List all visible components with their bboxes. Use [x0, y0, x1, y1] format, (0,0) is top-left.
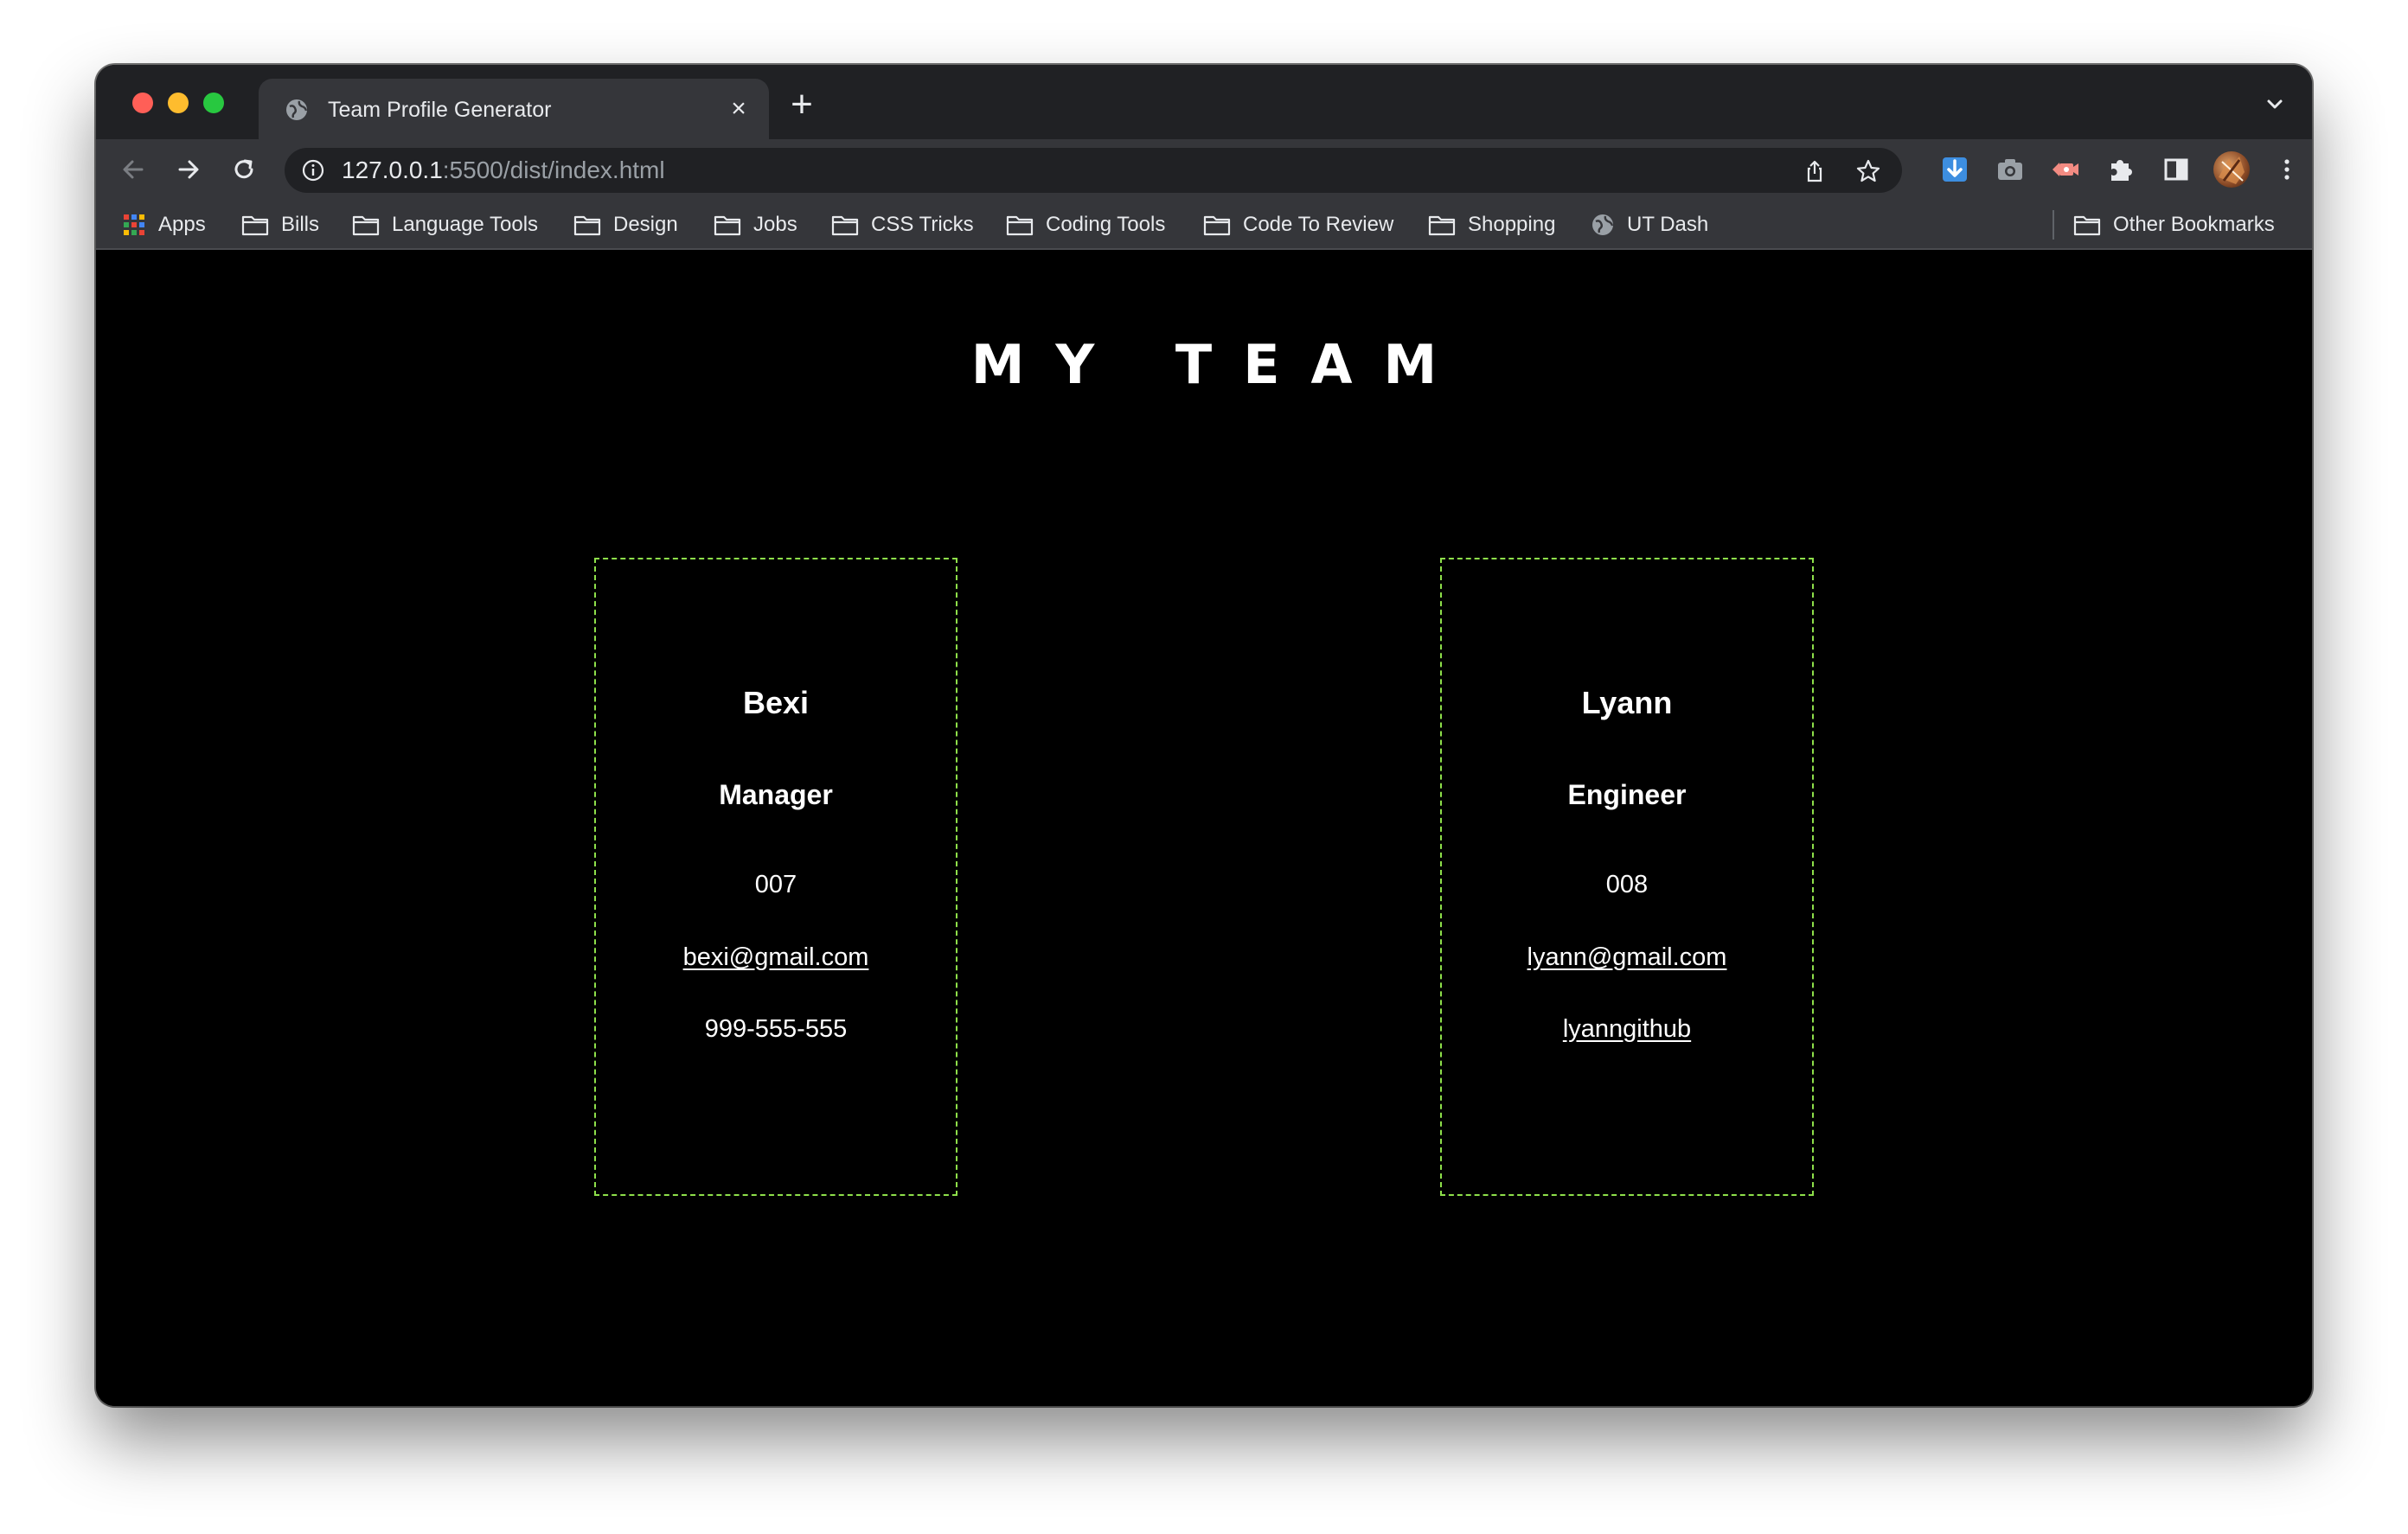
bookmark-jobs[interactable]: Jobs: [714, 210, 797, 240]
team-member-card: Bexi Manager 007 bexi@gmail.com 999-555-…: [594, 558, 957, 1196]
close-window-button[interactable]: [132, 93, 153, 113]
bookmark-label: Code To Review: [1243, 213, 1394, 236]
bookmark-label: Design: [613, 213, 678, 236]
video-record-extension-icon[interactable]: [2049, 153, 2082, 186]
globe-icon: [286, 99, 308, 120]
team-member-card: Lyann Engineer 008 lyann@gmail.com lyann…: [1440, 558, 1814, 1196]
url-text[interactable]: 127.0.0.1:5500/dist/index.html: [342, 157, 665, 183]
tab-title: Team Profile Generator: [328, 98, 552, 122]
back-arrow-icon[interactable]: [117, 153, 150, 186]
star-icon[interactable]: [1855, 158, 1881, 184]
bookmark-label: Coding Tools: [1046, 213, 1166, 236]
forward-arrow-icon[interactable]: [172, 153, 205, 186]
member-email-link[interactable]: lyann@gmail.com: [1527, 943, 1727, 971]
bookmark-label: Bills: [281, 213, 320, 236]
url-path: :5500/dist/index.html: [442, 157, 665, 183]
reload-icon[interactable]: [227, 153, 260, 186]
bookmark-bills[interactable]: Bills: [241, 210, 319, 240]
chevron-down-icon[interactable]: [2262, 91, 2288, 117]
browser-window: Team Profile Generator × + 127.0.0.1:550…: [96, 65, 2312, 1406]
bookmark-ut-dash[interactable]: UT Dash: [1591, 210, 1708, 240]
folder-icon: [352, 215, 380, 236]
member-name: Lyann: [1581, 685, 1673, 720]
member-id: 008: [1605, 871, 1649, 898]
bookmark-css-tricks[interactable]: CSS Tricks: [831, 210, 974, 240]
close-tab-icon[interactable]: ×: [726, 96, 752, 122]
bookmark-label: UT Dash: [1627, 213, 1709, 236]
download-extension-icon[interactable]: [1938, 153, 1971, 186]
address-bar[interactable]: 127.0.0.1:5500/dist/index.html: [285, 148, 1902, 193]
bookmark-label: Apps: [158, 213, 206, 236]
bookmarks-bar: Apps Bills Language Tools Design Jobs CS…: [96, 200, 2312, 250]
folder-icon: [573, 215, 601, 236]
tab-strip: Team Profile Generator × +: [96, 65, 2312, 139]
folder-icon: [1428, 215, 1456, 236]
apps-grid-icon: [124, 214, 144, 235]
bookmarks-separator: [2053, 210, 2054, 240]
bookmark-label: Language Tools: [392, 213, 539, 236]
member-name: Bexi: [742, 685, 810, 720]
more-menu-icon[interactable]: [2270, 153, 2303, 186]
zoom-window-button[interactable]: [203, 93, 224, 113]
member-role: Engineer: [1567, 779, 1687, 810]
folder-icon: [1006, 215, 1034, 236]
tab-team-profile-generator[interactable]: Team Profile Generator ×: [259, 79, 769, 139]
member-github-link[interactable]: lyanngithub: [1563, 1015, 1691, 1043]
page-title: MY TEAM: [970, 333, 1469, 396]
bookmark-language-tools[interactable]: Language Tools: [352, 210, 538, 240]
member-id: 007: [754, 871, 797, 898]
profile-avatar[interactable]: [2213, 151, 2250, 188]
side-panel-icon[interactable]: [2160, 153, 2193, 186]
folder-icon: [241, 215, 269, 236]
member-office-number: 999-555-555: [704, 1015, 848, 1043]
new-tab-button[interactable]: +: [785, 86, 819, 124]
folder-icon: [2073, 215, 2101, 236]
bookmark-label: Other Bookmarks: [2113, 213, 2275, 236]
bookmark-coding-tools[interactable]: Coding Tools: [1006, 210, 1165, 240]
camera-extension-icon[interactable]: [1994, 153, 2027, 186]
share-icon[interactable]: [1802, 158, 1828, 184]
member-email-link[interactable]: bexi@gmail.com: [683, 943, 869, 971]
bookmark-code-to-review[interactable]: Code To Review: [1203, 210, 1393, 240]
extensions-puzzle-icon[interactable]: [2104, 153, 2137, 186]
bookmark-shopping[interactable]: Shopping: [1428, 210, 1555, 240]
bookmark-other-bookmarks[interactable]: Other Bookmarks: [2073, 210, 2275, 240]
browser-toolbar: 127.0.0.1:5500/dist/index.html: [96, 139, 2312, 200]
member-role: Manager: [719, 779, 833, 810]
folder-icon: [1203, 215, 1231, 236]
url-host: 127.0.0.1: [342, 157, 443, 183]
bookmark-label: CSS Tricks: [871, 213, 974, 236]
info-icon[interactable]: [302, 159, 324, 182]
folder-icon: [714, 215, 741, 236]
bookmark-label: Jobs: [753, 213, 797, 236]
page-content: MY TEAM Bexi Manager 007 bexi@gmail.com …: [96, 252, 2312, 1406]
bookmark-apps[interactable]: Apps: [122, 210, 206, 240]
bookmark-label: Shopping: [1468, 213, 1556, 236]
folder-icon: [831, 215, 859, 236]
bookmark-design[interactable]: Design: [573, 210, 678, 240]
globe-icon: [1592, 214, 1614, 235]
avatar-image-icon: [2219, 157, 2245, 184]
minimize-window-button[interactable]: [168, 93, 189, 113]
